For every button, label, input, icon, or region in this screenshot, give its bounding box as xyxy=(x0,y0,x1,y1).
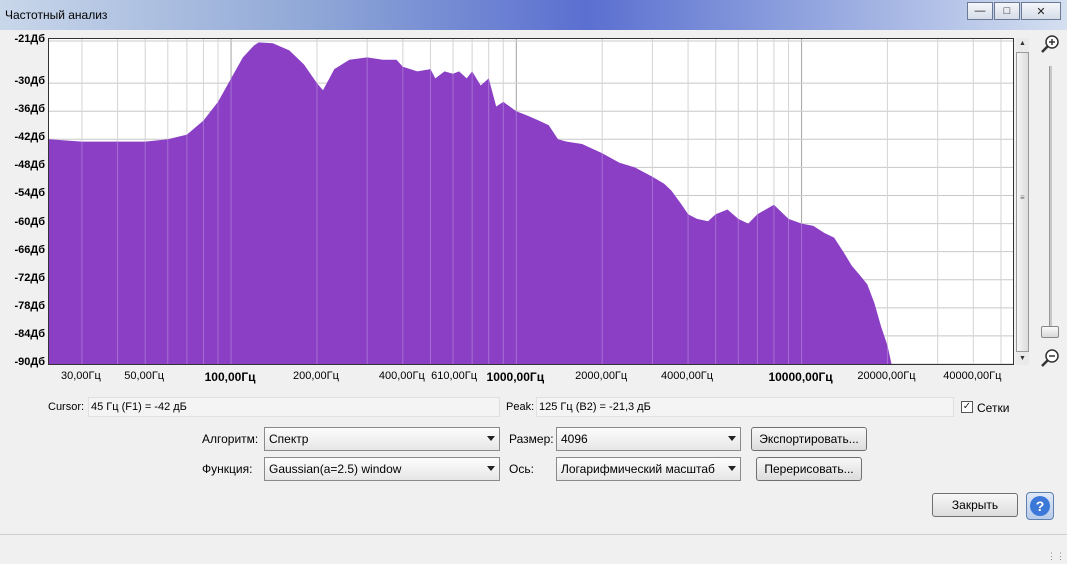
axis-select[interactable]: Логарифмический масштаб xyxy=(556,457,741,481)
x-tick-label: 30,00Гц xyxy=(61,370,101,382)
chevron-down-icon xyxy=(487,436,495,441)
x-tick-label: 200,00Гц xyxy=(292,370,339,382)
y-tick-label: -54Дб xyxy=(14,187,45,200)
size-value: 4096 xyxy=(561,432,588,446)
status-bar: ⋮⋮ xyxy=(0,534,1067,564)
help-button[interactable]: ? xyxy=(1026,492,1054,520)
y-tick-label: -36Дб xyxy=(14,103,45,116)
x-axis-labels: 30,00Гц 50,00Гц 100,00Гц 200,00Гц 400,00Гц 61… xyxy=(48,370,1014,386)
y-tick-label: -48Дб xyxy=(14,159,45,172)
peak-value: 125 Гц (B2) = -21,3 дБ xyxy=(539,401,651,413)
minimize-button[interactable]: — xyxy=(967,2,993,20)
y-tick-label: -78Дб xyxy=(14,299,45,312)
window-title: Частотный анализ xyxy=(5,8,108,22)
vertical-scrollbar[interactable]: ▲ ≡ ▼ xyxy=(1016,38,1029,365)
grid-checkbox[interactable]: ✓ xyxy=(961,401,973,413)
x-tick-label: 100,00Гц xyxy=(204,370,256,384)
axis-label: Ось: xyxy=(509,462,534,476)
maximize-button[interactable]: □ xyxy=(994,2,1020,20)
chevron-down-icon xyxy=(728,436,736,441)
grip-icon: ≡ xyxy=(1020,193,1025,202)
spectrum-area xyxy=(49,42,892,364)
axis-value: Логарифмический масштаб xyxy=(561,462,715,476)
y-tick-label: -42Дб xyxy=(14,131,45,144)
function-select[interactable]: Gaussian(a=2.5) window xyxy=(264,457,500,481)
x-tick-label: 2000,00Гц xyxy=(575,370,628,382)
y-axis-labels: -21Дб -30Дб -36Дб -42Дб -48Дб -54Дб -60Дб -66Дб… xyxy=(0,30,48,370)
function-value: Gaussian(a=2.5) window xyxy=(269,462,402,476)
y-tick-label: -84Дб xyxy=(14,327,45,340)
grid-label: Сетки xyxy=(977,401,1010,415)
scrollbar-thumb[interactable]: ≡ xyxy=(1016,52,1029,352)
export-button[interactable]: Экспортировать... xyxy=(751,427,867,451)
x-tick-label: 610,00Гц xyxy=(431,370,478,382)
spectrum-plot[interactable] xyxy=(48,38,1014,365)
y-tick-label: -90Дб xyxy=(14,356,45,368)
x-tick-label: 40000,00Гц xyxy=(943,370,1002,382)
y-tick-label: -60Дб xyxy=(14,215,45,228)
algorithm-value: Спектр xyxy=(269,432,309,446)
peak-label: Peak: xyxy=(506,401,535,413)
help-icon: ? xyxy=(1030,496,1050,516)
algorithm-label: Алгоритм: xyxy=(202,432,259,446)
close-icon: ✕ xyxy=(1036,5,1046,18)
checkmark-icon: ✓ xyxy=(962,401,972,412)
algorithm-select[interactable]: Спектр xyxy=(264,427,500,451)
x-tick-label: 20000,00Гц xyxy=(857,370,916,382)
function-label: Функция: xyxy=(202,462,253,476)
x-tick-label: 4000,00Гц xyxy=(661,370,714,382)
spectrum-svg xyxy=(49,39,1013,364)
scroll-down-icon[interactable]: ▼ xyxy=(1016,353,1029,365)
title-bar: Частотный анализ — □ ✕ xyxy=(0,0,1067,30)
size-select[interactable]: 4096 xyxy=(556,427,741,451)
x-tick-label: 400,00Гц xyxy=(378,370,425,382)
scroll-up-icon[interactable]: ▲ xyxy=(1016,38,1029,50)
zoom-in-icon[interactable] xyxy=(1040,34,1060,54)
spectrum-plot-area: -21Дб -30Дб -36Дб -42Дб -48Дб -54Дб -60Дб -66Дб… xyxy=(0,30,1067,390)
zoom-control xyxy=(1040,34,1062,374)
window-controls: — □ ✕ xyxy=(966,2,1061,20)
y-tick-label: -66Дб xyxy=(14,243,45,256)
x-tick-label: 1000,00Гц xyxy=(486,370,545,384)
close-button[interactable]: Закрыть xyxy=(932,493,1018,517)
zoom-slider-track[interactable] xyxy=(1049,66,1052,336)
y-tick-label: -30Дб xyxy=(14,75,45,88)
zoom-out-icon[interactable] xyxy=(1040,348,1060,368)
resize-grip-icon[interactable]: ⋮⋮ xyxy=(1047,551,1065,562)
y-tick-label: -21Дб xyxy=(14,33,45,45)
size-label: Размер: xyxy=(509,432,554,446)
chevron-down-icon xyxy=(728,466,736,471)
y-tick-label: -72Дб xyxy=(14,271,45,284)
minimize-icon: — xyxy=(974,5,986,17)
x-tick-label: 50,00Гц xyxy=(124,370,165,382)
cursor-value: 45 Гц (F1) = -42 дБ xyxy=(91,401,187,413)
close-window-button[interactable]: ✕ xyxy=(1021,2,1061,20)
x-tick-label: 10000,00Гц xyxy=(768,370,833,384)
replot-button[interactable]: Перерисовать... xyxy=(756,457,862,481)
zoom-slider-handle[interactable] xyxy=(1041,326,1059,338)
chevron-down-icon xyxy=(487,466,495,471)
cursor-label: Cursor: xyxy=(48,401,85,413)
maximize-icon: □ xyxy=(1003,5,1011,17)
